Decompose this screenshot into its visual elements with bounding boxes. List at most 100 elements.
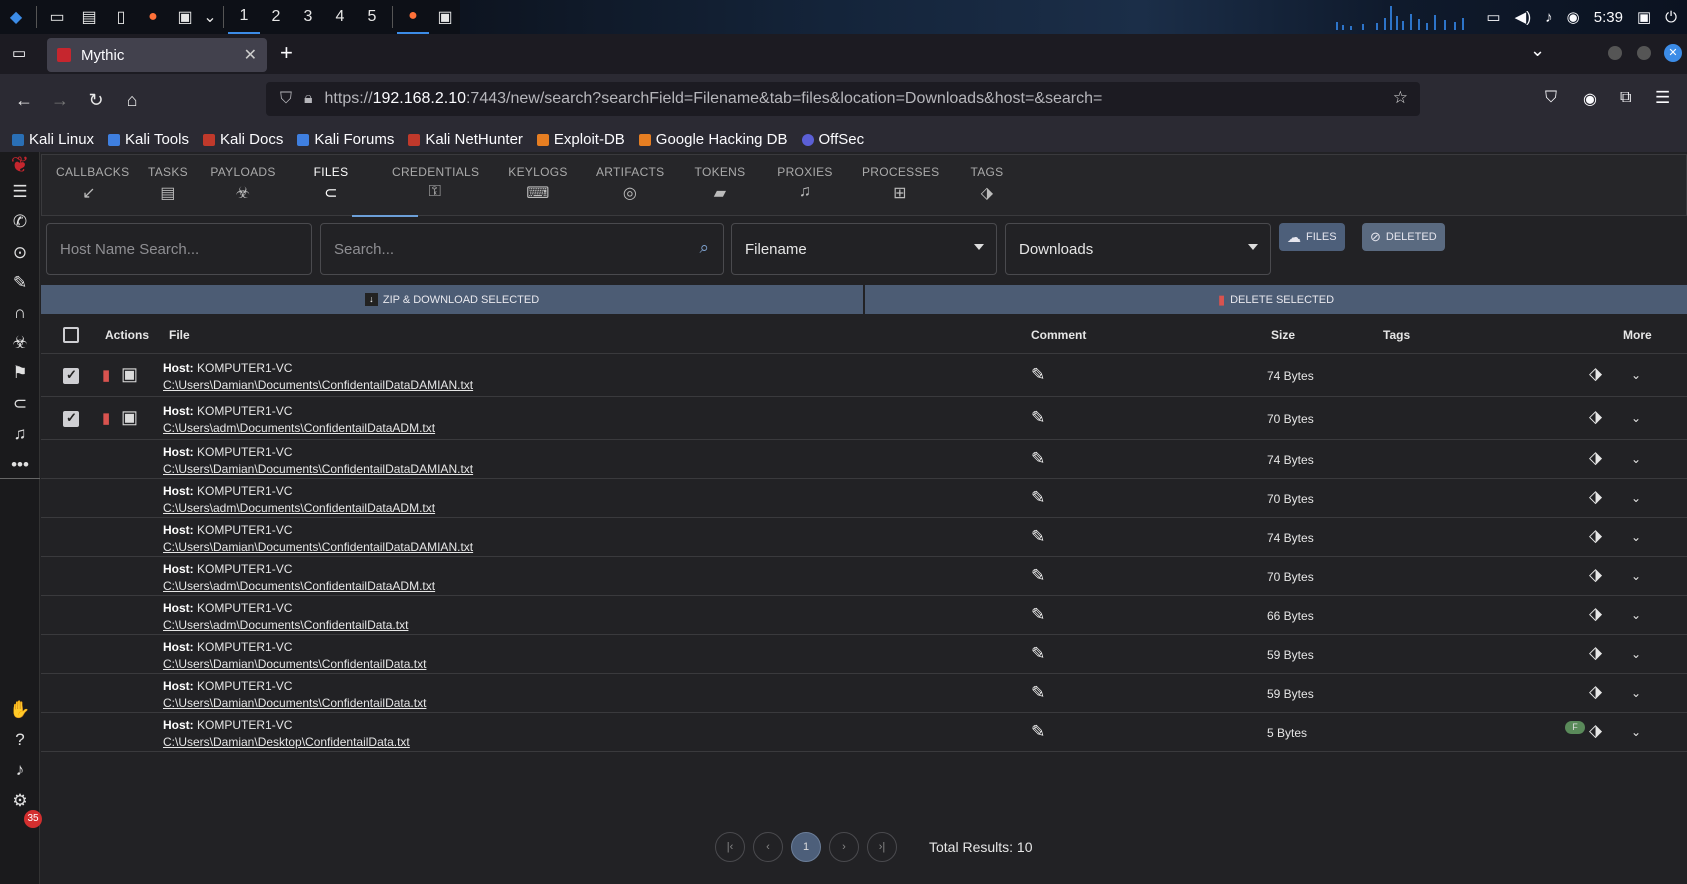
file-path-link[interactable]: C:\Users\adm\Documents\ConfidentailData.… — [163, 618, 408, 632]
table-row[interactable]: Host: KOMPUTER1-VC C:\Users\adm\Documents… — [41, 557, 1687, 596]
workspace-2[interactable]: 2 — [260, 0, 292, 34]
terminal-icon[interactable]: ▣ — [169, 0, 201, 34]
table-row[interactable]: ▮ ▣ Host: KOMPUTER1-VC C:\Users\adm\Documen… — [41, 397, 1687, 440]
bookmark-kali-tools[interactable]: Kali Tools — [108, 131, 189, 148]
row-checkbox[interactable] — [63, 410, 79, 427]
file-manager-icon[interactable]: ▤ — [73, 0, 105, 34]
tag-chip[interactable]: F — [1565, 721, 1585, 734]
files-toggle-button[interactable]: ☁ FILES — [1279, 223, 1345, 251]
tab-processes[interactable]: PROCESSES ⊞ — [862, 165, 939, 203]
bookmark-kali-linux[interactable]: Kali Linux — [12, 131, 94, 148]
select-all-checkbox[interactable] — [63, 327, 79, 343]
tab-tags[interactable]: TAGS ⬗ — [968, 165, 1006, 203]
chevron-down-icon[interactable]: ⌄ — [1631, 686, 1641, 700]
tag-icon[interactable]: ⬗ — [1589, 448, 1602, 468]
table-row[interactable]: Host: KOMPUTER1-VC C:\Users\adm\Documents… — [41, 596, 1687, 635]
terminal-window-icon[interactable]: ▣ — [429, 0, 461, 34]
page-button-current[interactable]: 1 — [791, 832, 821, 862]
search-icon[interactable]: ⌕ — [699, 238, 709, 258]
tag-icon[interactable]: ⬗ — [1589, 487, 1602, 507]
shield-icon[interactable]: ⛉ — [280, 90, 292, 108]
lock-icon[interactable]: 🔒︎ — [304, 90, 313, 108]
image-gallery-icon[interactable]: ▣ — [121, 407, 138, 428]
firefox-icon[interactable]: ● — [137, 0, 169, 34]
socks-icon[interactable]: ♫ — [0, 424, 40, 444]
file-path-link[interactable]: C:\Users\adm\Documents\ConfidentailDataA… — [163, 421, 435, 435]
close-tab-icon[interactable]: ✕ — [244, 45, 257, 65]
search-input[interactable]: Search... ⌕ — [320, 223, 724, 275]
tag-icon[interactable]: ⬗ — [1589, 721, 1602, 741]
file-path-link[interactable]: C:\Users\Damian\Documents\ConfidentailDa… — [163, 696, 426, 710]
mythic-logo-icon[interactable]: ❦ — [0, 152, 40, 178]
hamburger-menu-icon[interactable]: ☰ — [0, 182, 40, 202]
browser-tab-mythic[interactable]: Mythic ✕ — [47, 38, 267, 72]
forward-icon[interactable]: → — [42, 90, 78, 111]
edit-comment-icon[interactable]: ✎ — [1031, 683, 1045, 703]
clock[interactable]: 5:39 — [1594, 9, 1623, 26]
extensions-icon[interactable]: ⧉ — [1620, 89, 1631, 107]
account-icon[interactable]: ◉ — [1583, 89, 1597, 109]
notification-bell-icon[interactable]: ♪ — [1545, 9, 1553, 26]
url-bar[interactable]: ⛉ 🔒︎ https://192.168.2.10:7443/new/searc… — [266, 82, 1420, 116]
host-name-search-input[interactable]: Host Name Search... — [46, 223, 312, 275]
chevron-down-icon[interactable]: ⌄ — [1631, 725, 1641, 739]
chevron-down-icon[interactable]: ⌄ — [1631, 411, 1641, 425]
chevron-down-icon[interactable]: ⌄ — [201, 0, 219, 34]
file-path-link[interactable]: C:\Users\adm\Documents\ConfidentailDataA… — [163, 501, 435, 515]
desktop-icon[interactable]: ▭ — [41, 0, 73, 34]
tab-keylogs[interactable]: KEYLOGS ⌨ — [508, 165, 568, 203]
row-checkbox[interactable] — [63, 367, 79, 384]
zip-download-selected-button[interactable]: ↓ ZIP & DOWNLOAD SELECTED — [41, 285, 863, 314]
user-settings-icon[interactable]: ⚙ — [0, 791, 40, 811]
file-path-link[interactable]: C:\Users\Damian\Desktop\ConfidentailData… — [163, 735, 410, 749]
list-all-tabs-icon[interactable]: ⌄ — [1530, 40, 1545, 61]
tab-list-icon[interactable]: ▭ — [12, 44, 26, 62]
chevron-down-icon[interactable]: ⌄ — [1631, 491, 1641, 505]
tab-proxies[interactable]: PROXIES ♫ — [776, 165, 834, 201]
edit-comment-icon[interactable]: ✎ — [1031, 722, 1045, 742]
file-path-link[interactable]: C:\Users\Damian\Documents\ConfidentailDa… — [163, 462, 473, 476]
table-row[interactable]: Host: KOMPUTER1-VC C:\Users\Damian\Docume… — [41, 518, 1687, 557]
bookmark-exploit-db[interactable]: Exploit-DB — [536, 131, 625, 148]
workspace-4[interactable]: 4 — [324, 0, 356, 34]
tag-icon[interactable]: ⬗ — [1589, 364, 1602, 384]
trash-icon[interactable]: ▮ — [102, 366, 110, 384]
search-field-select[interactable]: Filename — [731, 223, 997, 275]
play-icon[interactable]: ⊙ — [0, 243, 40, 263]
file-path-link[interactable]: C:\Users\Damian\Documents\ConfidentailDa… — [163, 540, 473, 554]
reload-icon[interactable]: ↻ — [78, 90, 114, 111]
thumbs-down-icon[interactable]: ✋ — [0, 700, 40, 720]
power-icon[interactable]: ⏻ — [1665, 9, 1677, 26]
edit-comment-icon[interactable]: ✎ — [1031, 566, 1045, 586]
edit-comment-icon[interactable]: ✎ — [1031, 408, 1045, 428]
workspace-1[interactable]: 1 — [228, 0, 260, 34]
chevron-down-icon[interactable]: ⌄ — [1631, 569, 1641, 583]
chevron-down-icon[interactable]: ⌄ — [1631, 452, 1641, 466]
edit-comment-icon[interactable]: ✎ — [1031, 449, 1045, 469]
edit-comment-icon[interactable]: ✎ — [1031, 365, 1045, 385]
previous-page-icon[interactable]: ‹ — [753, 832, 783, 862]
tab-artifacts[interactable]: ARTIFACTS ◎ — [596, 165, 664, 203]
firefox-window-icon[interactable]: ● — [397, 0, 429, 34]
edit-comment-icon[interactable]: ✎ — [1031, 644, 1045, 664]
menu-icon[interactable]: ☰ — [1655, 88, 1670, 108]
paperclip-icon[interactable]: ⊂ — [0, 394, 40, 414]
file-path-link[interactable]: C:\Users\Damian\Documents\ConfidentailDa… — [163, 657, 426, 671]
bookmark-star-icon[interactable]: ☆ — [1393, 88, 1408, 108]
tab-tasks[interactable]: TASKS ▤ — [148, 165, 188, 203]
chevron-down-icon[interactable]: ⌄ — [1631, 647, 1641, 661]
bookmark-offsec[interactable]: OffSec — [801, 131, 864, 148]
table-row[interactable]: ▮ ▣ Host: KOMPUTER1-VC C:\Users\Damian\Docu… — [41, 354, 1687, 397]
delete-selected-button[interactable]: ▮ DELETE SELECTED — [865, 285, 1687, 314]
minimize-icon[interactable] — [1608, 46, 1622, 60]
file-path-link[interactable]: C:\Users\adm\Documents\ConfidentailDataA… — [163, 579, 435, 593]
table-row[interactable]: Host: KOMPUTER1-VC C:\Users\Damian\Docume… — [41, 440, 1687, 479]
tag-icon[interactable]: ⬗ — [1589, 407, 1602, 427]
next-page-icon[interactable]: › — [829, 832, 859, 862]
edit-comment-icon[interactable]: ✎ — [1031, 605, 1045, 625]
flag-icon[interactable]: ⚑ — [0, 363, 40, 383]
notification-bell-icon[interactable]: ♪ — [0, 760, 40, 780]
callbacks-icon[interactable]: ✆ — [0, 212, 40, 232]
file-path-link[interactable]: C:\Users\Damian\Documents\ConfidentailDa… — [163, 378, 473, 392]
workspace-5[interactable]: 5 — [356, 0, 388, 34]
